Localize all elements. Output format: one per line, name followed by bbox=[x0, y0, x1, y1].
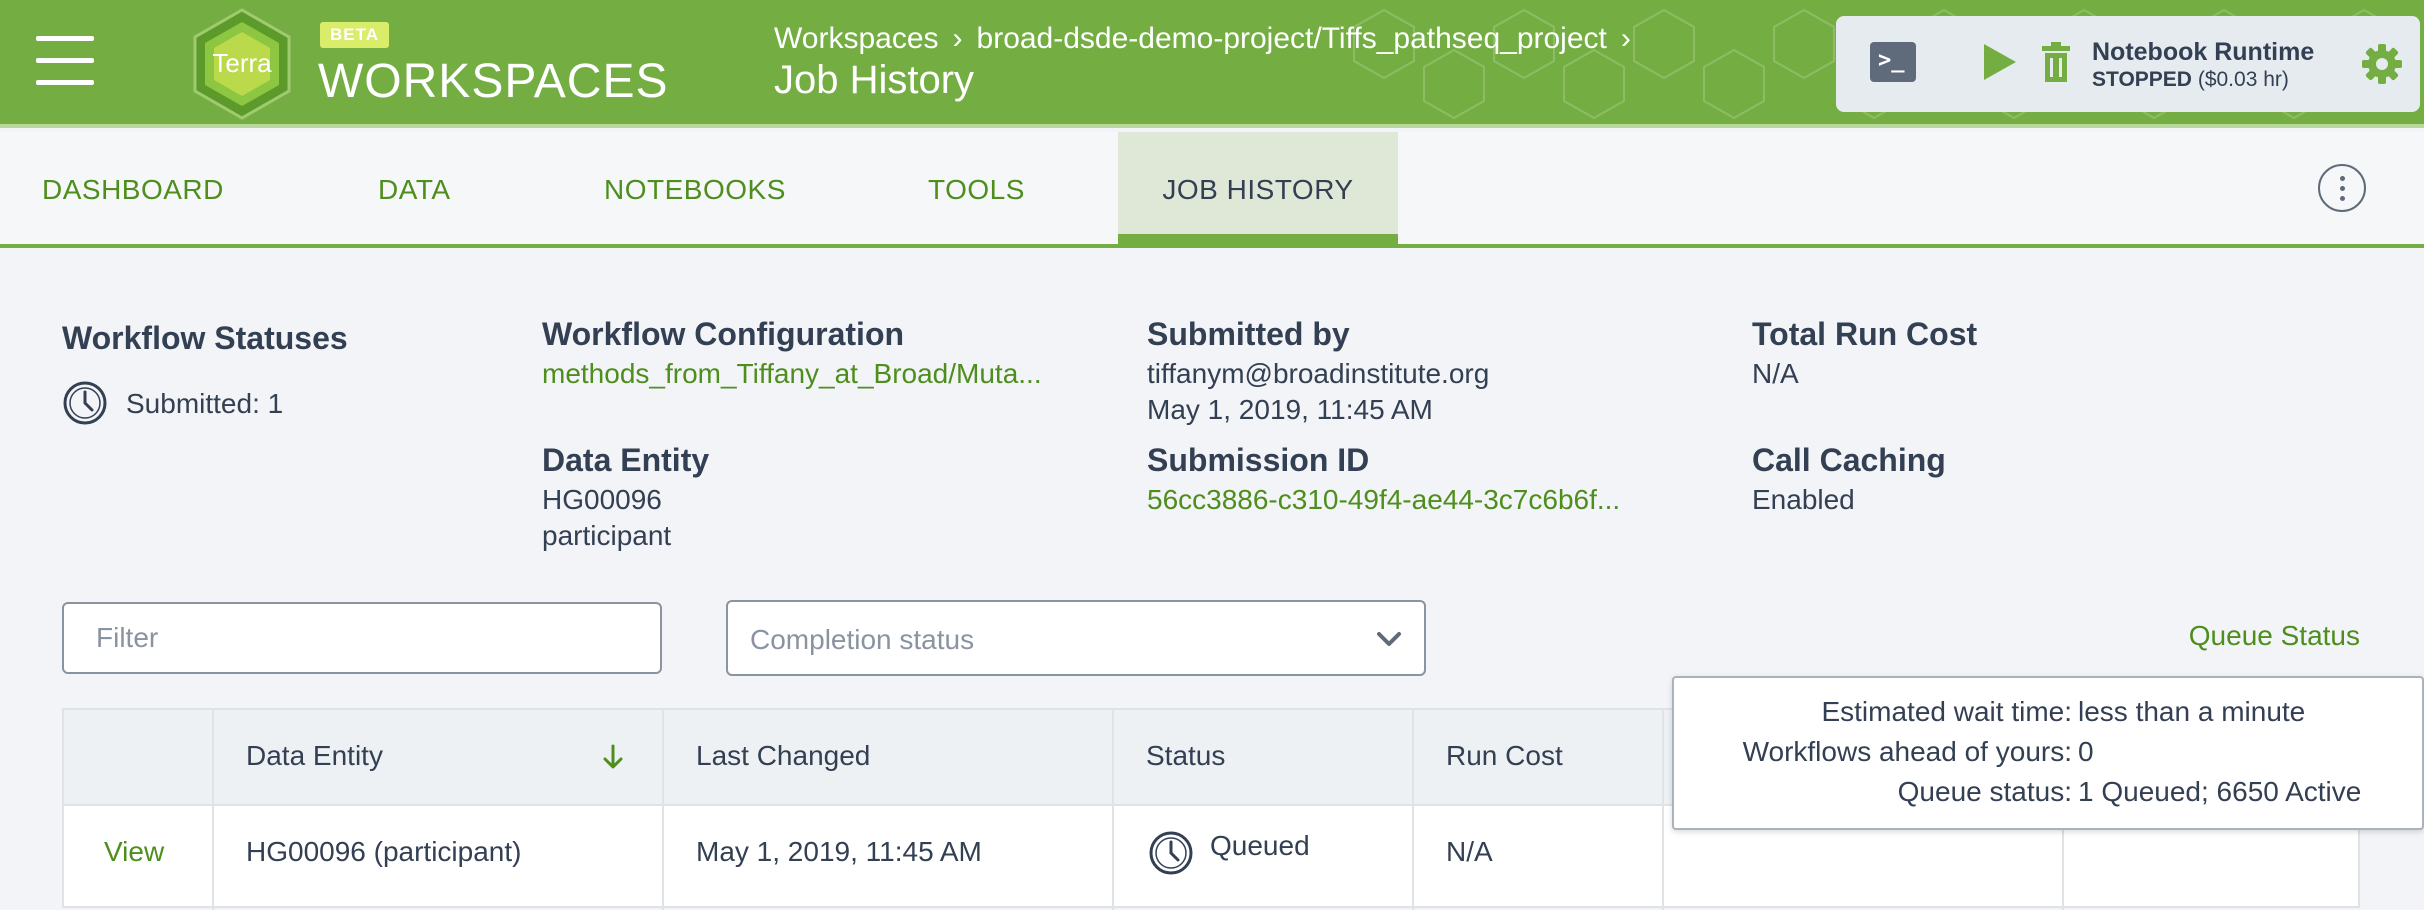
terminal-icon[interactable]: >_ bbox=[1870, 42, 1916, 82]
total-run-cost-value: N/A bbox=[1752, 358, 1799, 389]
runtime-status: STOPPED ($0.03 hr) bbox=[2092, 68, 2289, 92]
completion-status-select[interactable]: Completion status bbox=[726, 600, 1426, 676]
breadcrumb-separator: › bbox=[1620, 22, 1631, 55]
call-caching-label: Call Caching bbox=[1752, 442, 1946, 478]
wait-time-value: less than a minute bbox=[2078, 696, 2306, 727]
runtime-title: Notebook Runtime bbox=[2092, 38, 2315, 66]
header-last-changed[interactable]: Last Changed bbox=[696, 740, 870, 772]
tab-tools[interactable]: TOOLS bbox=[928, 132, 1025, 244]
breadcrumb-workspaces[interactable]: Workspaces bbox=[774, 22, 939, 55]
brand-title[interactable]: WORKSPACES bbox=[318, 54, 669, 109]
submitted-by-date: May 1, 2019, 11:45 AM bbox=[1147, 394, 1433, 425]
tab-data[interactable]: DATA bbox=[378, 132, 451, 244]
clock-icon bbox=[1149, 831, 1193, 875]
tooltip-row-wait: Estimated wait time: less than a minute bbox=[1674, 696, 2422, 736]
play-icon[interactable] bbox=[1984, 44, 2016, 80]
page-title: Job History bbox=[774, 58, 975, 102]
clock-icon bbox=[63, 381, 107, 425]
call-caching-value: Enabled bbox=[1752, 484, 1855, 515]
data-entity-type: participant bbox=[542, 520, 672, 551]
row-data-entity: HG00096 (participant) bbox=[246, 836, 522, 867]
beta-badge: BETA bbox=[320, 22, 390, 48]
terra-logo[interactable]: Terra bbox=[186, 8, 298, 120]
header-run-cost[interactable]: Run Cost bbox=[1446, 740, 1563, 772]
menu-hamburger-icon[interactable] bbox=[36, 36, 94, 86]
row-status: Queued bbox=[1210, 830, 1310, 861]
view-link[interactable]: View bbox=[104, 836, 164, 868]
workflow-config-link[interactable]: methods_from_Tiffany_at_Broad/Muta... bbox=[542, 358, 1042, 390]
row-run-cost: N/A bbox=[1446, 836, 1493, 867]
data-entity-id: HG00096 bbox=[542, 484, 662, 515]
workflows-ahead-value: 0 bbox=[2078, 736, 2094, 767]
completion-status-placeholder: Completion status bbox=[750, 624, 975, 655]
workflows-ahead-label: Workflows ahead of yours: bbox=[1742, 736, 2072, 767]
workspace-tabs: DASHBOARD DATA NOTEBOOKS TOOLS JOB HISTO… bbox=[0, 132, 2424, 248]
runtime-cost: ($0.03 hr) bbox=[2197, 68, 2289, 91]
logo-text: Terra bbox=[212, 48, 272, 78]
chevron-down-icon bbox=[1377, 632, 1401, 646]
breadcrumb-separator: › bbox=[952, 22, 963, 55]
queue-status-label: Queue status: bbox=[1897, 776, 2072, 807]
breadcrumb: Workspaces › broad-dsde-demo-project/Tiffs… bbox=[774, 22, 1645, 56]
header-status[interactable]: Status bbox=[1146, 740, 1225, 772]
terminal-glyph: >_ bbox=[1878, 48, 1905, 73]
tab-notebooks[interactable]: NOTEBOOKS bbox=[604, 132, 786, 244]
queue-status-tooltip: Estimated wait time: less than a minute … bbox=[1672, 676, 2424, 830]
queue-status-value: 1 Queued; 6650 Active bbox=[2078, 776, 2362, 807]
submitted-by-label: Submitted by bbox=[1147, 316, 1350, 352]
workflow-statuses-label: Workflow Statuses bbox=[62, 320, 348, 356]
filter-input[interactable] bbox=[62, 602, 662, 674]
sort-descending-icon[interactable] bbox=[602, 742, 624, 772]
notebook-runtime-panel: >_ Notebook Runtime STOPPED ($0.03 hr) bbox=[1836, 16, 2420, 112]
tab-job-history[interactable]: JOB HISTORY bbox=[1118, 132, 1398, 248]
queue-status-link[interactable]: Queue Status bbox=[2189, 620, 2360, 652]
submitted-count: Submitted: 1 bbox=[126, 388, 284, 419]
app-header: Terra BETA WORKSPACES Workspaces › broad-d… bbox=[0, 0, 2424, 128]
tooltip-row-queue: Queue status: 1 Queued; 6650 Active bbox=[1674, 776, 2422, 816]
wait-time-label: Estimated wait time: bbox=[1821, 696, 2072, 727]
submitted-by-email: tiffanym@broadinstitute.org bbox=[1147, 358, 1490, 389]
workflow-config-label: Workflow Configuration bbox=[542, 316, 905, 352]
breadcrumb-workspace[interactable]: broad-dsde-demo-project/Tiffs_pathseq_pr… bbox=[977, 22, 1607, 55]
gear-icon[interactable] bbox=[2360, 42, 2404, 86]
data-entity-label: Data Entity bbox=[542, 442, 710, 478]
submission-id-link[interactable]: 56cc3886-c310-49f4-ae44-3c7c6b6f... bbox=[1147, 484, 1620, 516]
tooltip-row-ahead: Workflows ahead of yours: 0 bbox=[1674, 736, 2422, 776]
trash-icon[interactable] bbox=[2042, 42, 2070, 82]
header-data-entity[interactable]: Data Entity bbox=[246, 740, 383, 772]
submission-id-label: Submission ID bbox=[1147, 442, 1370, 478]
runtime-status-text: STOPPED bbox=[2092, 68, 2192, 91]
row-last-changed: May 1, 2019, 11:45 AM bbox=[696, 836, 982, 867]
total-run-cost-label: Total Run Cost bbox=[1752, 316, 1978, 352]
tab-dashboard[interactable]: DASHBOARD bbox=[42, 132, 224, 244]
more-options-icon[interactable] bbox=[2318, 164, 2366, 212]
